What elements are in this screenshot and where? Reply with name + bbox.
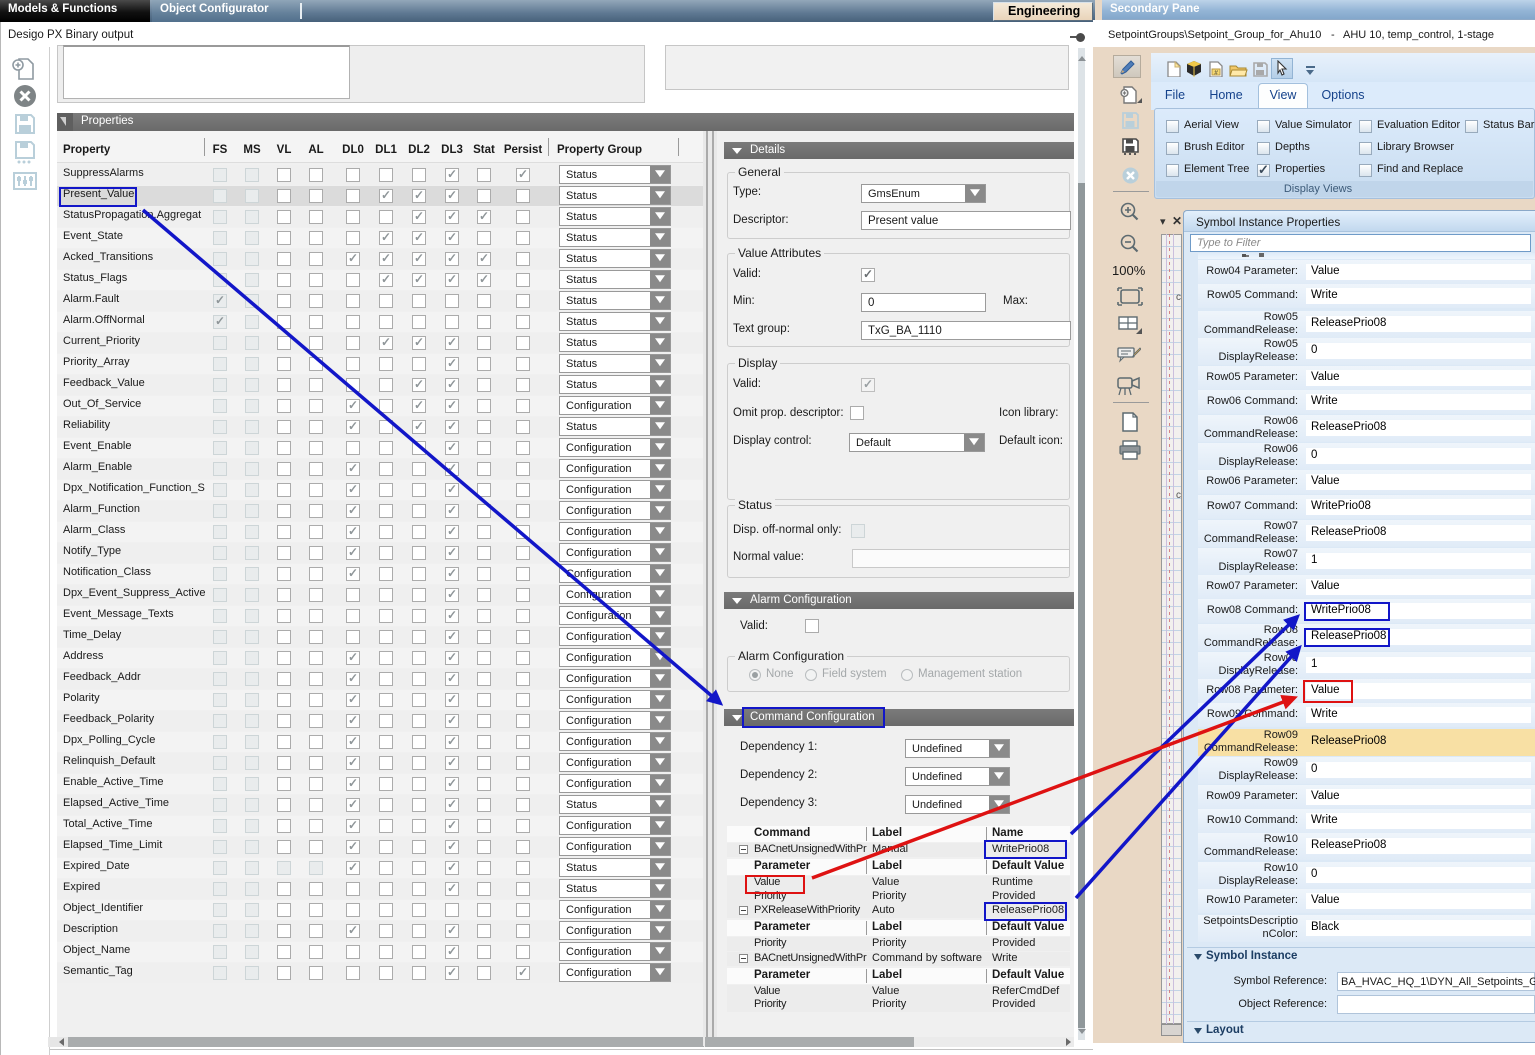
svg-text:#: # [1214,70,1218,77]
